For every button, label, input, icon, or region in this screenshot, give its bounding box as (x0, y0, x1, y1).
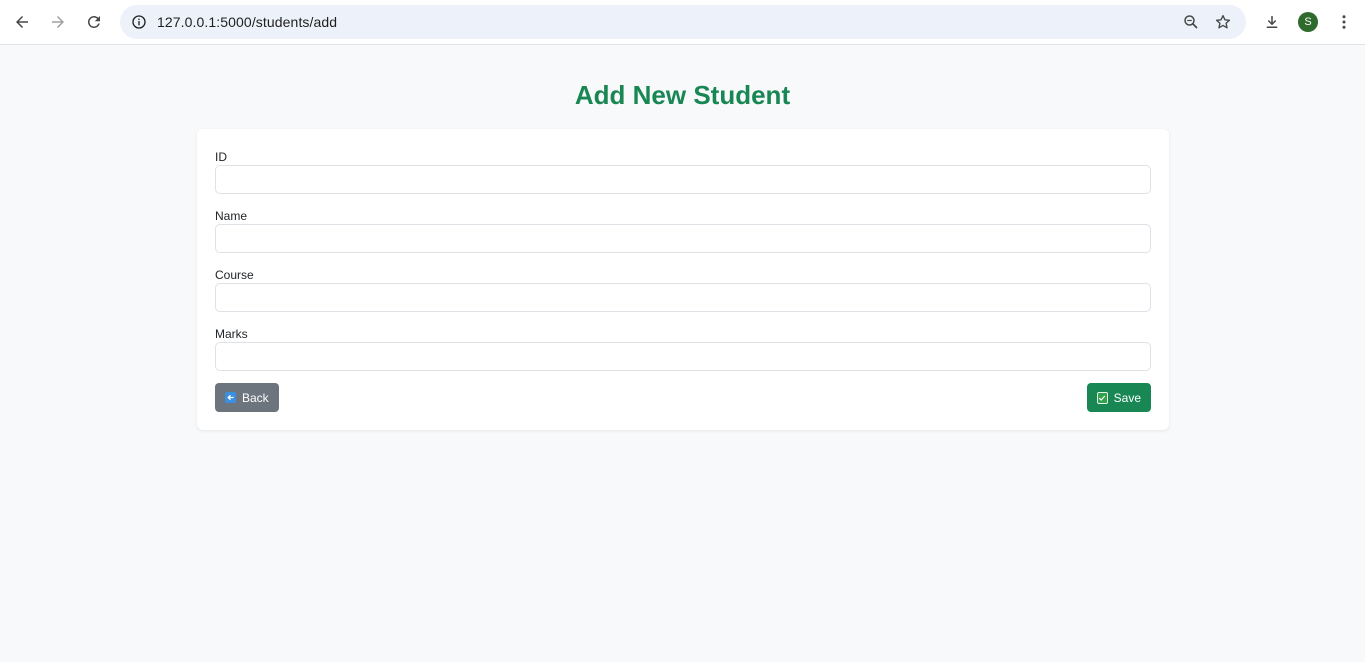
back-emoji-icon (225, 392, 236, 403)
menu-kebab-icon[interactable] (1329, 7, 1359, 37)
course-label: Course (215, 268, 254, 282)
zoom-icon[interactable] (1176, 7, 1206, 37)
profile-avatar[interactable]: S (1298, 12, 1318, 32)
back-button[interactable]: Back (215, 383, 279, 412)
course-input[interactable] (215, 283, 1151, 312)
marks-label: Marks (215, 327, 248, 341)
marks-input[interactable] (215, 342, 1151, 371)
reload-icon[interactable] (79, 7, 109, 37)
browser-toolbar: 127.0.0.1:5000/students/add S (0, 0, 1365, 45)
back-button-label: Back (242, 390, 269, 405)
name-input[interactable] (215, 224, 1151, 253)
address-bar[interactable]: 127.0.0.1:5000/students/add (120, 5, 1246, 39)
url-text[interactable]: 127.0.0.1:5000/students/add (157, 14, 337, 30)
id-input[interactable] (215, 165, 1151, 194)
page-title: Add New Student (574, 80, 791, 110)
save-button[interactable]: Save (1087, 383, 1151, 412)
student-form-card: ID Name Course Marks Back Save (197, 129, 1169, 430)
bookmark-star-icon[interactable] (1208, 7, 1238, 37)
name-label: Name (215, 209, 248, 223)
forward-arrow-icon[interactable] (43, 7, 73, 37)
back-arrow-icon[interactable] (7, 7, 37, 37)
site-info-icon[interactable] (125, 8, 153, 36)
id-label: ID (215, 150, 227, 164)
check-emoji-icon (1097, 391, 1108, 404)
save-button-label: Save (1113, 390, 1141, 405)
download-icon[interactable] (1257, 7, 1287, 37)
